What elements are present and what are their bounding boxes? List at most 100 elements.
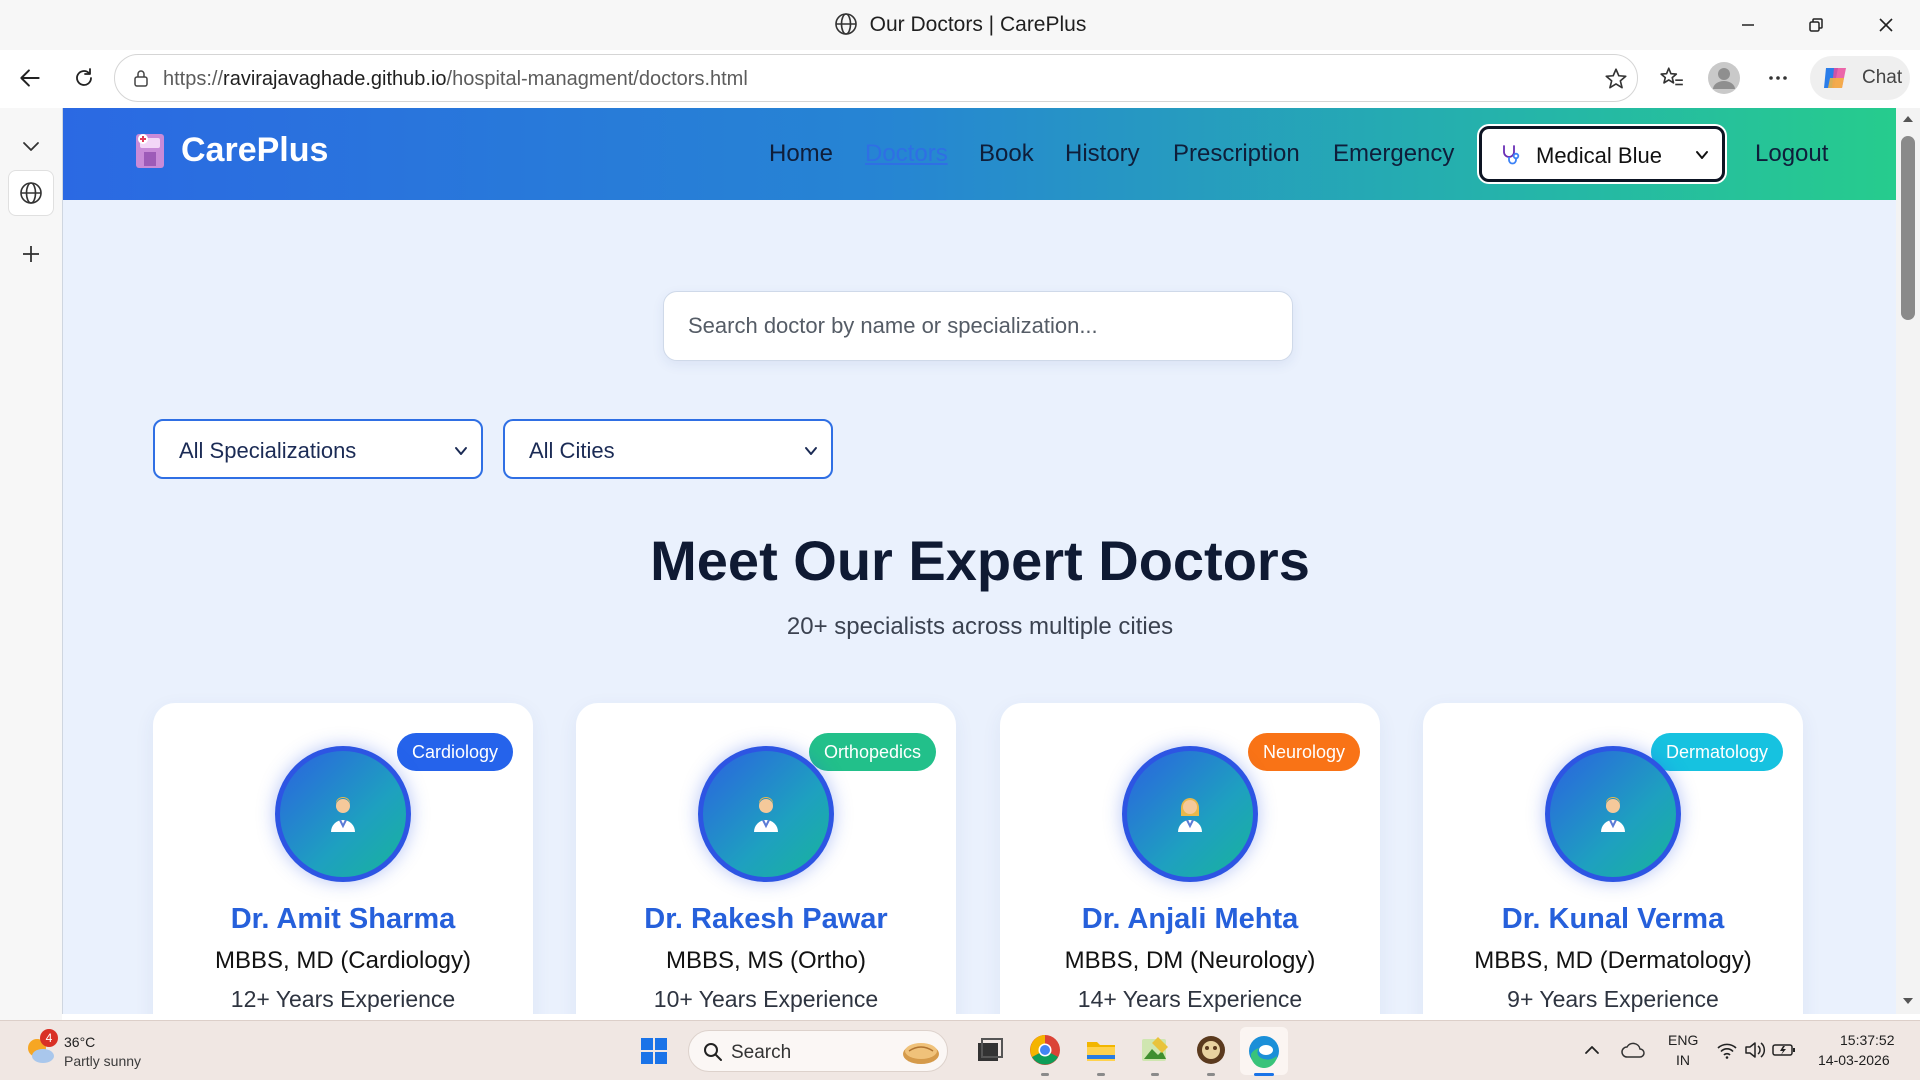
back-arrow-icon (20, 69, 40, 87)
nav-history-link[interactable]: History (1065, 140, 1140, 168)
favorites-button[interactable] (1652, 58, 1692, 98)
chevron-up-icon[interactable] (1584, 1043, 1600, 1057)
nav-book-link[interactable]: Book (979, 140, 1034, 168)
doctor-degree: MBBS, MD (Cardiology) (214, 947, 472, 974)
scroll-up-arrow-icon[interactable] (1902, 114, 1914, 124)
site-header: CarePlus Home Doctors Book History Presc… (63, 108, 1896, 200)
favorites-list-icon (1660, 67, 1683, 86)
doctor-icon (331, 797, 355, 832)
doctor-name: Dr. Kunal Verma (1501, 903, 1725, 935)
volume-icon[interactable] (1744, 1041, 1766, 1059)
specialization-badge: Dermatology (1650, 733, 1783, 771)
refresh-icon (76, 68, 92, 86)
wifi-icon[interactable] (1716, 1041, 1738, 1059)
profile-avatar-icon (1708, 62, 1740, 94)
close-window-button[interactable] (1856, 8, 1916, 42)
scrollbar-thumb[interactable] (1901, 136, 1915, 320)
task-view-icon[interactable] (972, 1033, 1006, 1067)
nav-home-link[interactable]: Home (769, 140, 833, 168)
language-indicator-bottom[interactable]: IN (1676, 1052, 1690, 1068)
chevron-down-icon (1696, 151, 1708, 159)
doctor-experience: 12+ Years Experience (230, 986, 456, 1012)
hospital-logo-icon (136, 134, 164, 168)
specialization-filter-select[interactable]: All Specializations (153, 419, 483, 479)
theme-select-value: Medical Blue (1536, 143, 1662, 168)
edge-taskbar-button[interactable] (1240, 1027, 1288, 1075)
image-editor-icon[interactable] (1138, 1033, 1172, 1067)
file-explorer-icon[interactable] (1084, 1033, 1118, 1067)
doctor-card[interactable]: Orthopedics Dr. Rakesh Pawar MBBS, MS (O… (576, 703, 956, 1014)
doctor-card[interactable]: Cardiology Dr. Amit Sharma MBBS, MD (Car… (153, 703, 533, 1014)
specialization-badge: Neurology (1247, 733, 1360, 771)
globe-icon (20, 182, 42, 204)
doctor-card[interactable]: Neurology Dr. Anjali Mehta MBBS, DM (Neu… (1000, 703, 1380, 1014)
battery-charging-icon[interactable] (1772, 1042, 1796, 1058)
city-filter-select[interactable]: All Cities (503, 419, 833, 479)
clock-time[interactable]: 15:37:52 (1840, 1032, 1895, 1048)
doctor-name: Dr. Rakesh Pawar (644, 903, 888, 935)
chrome-icon[interactable] (1028, 1033, 1062, 1067)
url-text: https://ravirajavaghade.github.io/hospit… (163, 68, 748, 91)
chevron-down-icon[interactable] (19, 134, 43, 158)
doctor-name: Dr. Amit Sharma (230, 903, 456, 935)
copilot-chat-button[interactable]: Chat (1810, 56, 1910, 100)
refresh-button[interactable] (64, 58, 104, 98)
running-indicator (1041, 1073, 1049, 1076)
more-menu-button[interactable] (1758, 58, 1798, 98)
weather-temperature: 36°C (64, 1034, 96, 1050)
nav-doctors-link[interactable]: Doctors (865, 140, 948, 168)
windows-start-icon[interactable] (640, 1037, 668, 1065)
taskbar-search-box[interactable]: Search (688, 1030, 948, 1072)
clock-date[interactable]: 14-03-2026 (1818, 1052, 1890, 1068)
new-tab-plus-icon[interactable] (19, 242, 43, 266)
close-icon (1879, 18, 1893, 32)
cloud-icon[interactable] (1620, 1041, 1646, 1059)
language-indicator-top[interactable]: ENG (1668, 1032, 1698, 1048)
favorite-star-icon[interactable] (1603, 66, 1629, 92)
address-bar[interactable]: https://ravirajavaghade.github.io/hospit… (114, 54, 1638, 102)
scroll-down-arrow-icon[interactable] (1902, 996, 1914, 1006)
edge-browser-icon (1249, 1036, 1279, 1068)
specialization-badge: Cardiology (396, 733, 513, 771)
doctor-search-box (663, 291, 1293, 361)
city-filter-value: All Cities (529, 438, 615, 463)
section-subtitle: 20+ specialists across multiple cities (786, 613, 1174, 640)
taskbar-search-label: Search (731, 1042, 792, 1063)
doctor-experience: 9+ Years Experience (1507, 986, 1719, 1012)
theme-select[interactable]: Medical Blue (1479, 126, 1725, 182)
doctor-card[interactable]: Dermatology Dr. Kunal Verma MBBS, MD (De… (1423, 703, 1803, 1014)
restore-button[interactable] (1786, 8, 1846, 42)
weather-condition: Partly sunny (64, 1053, 142, 1069)
doctor-degree: MBBS, MS (Ortho) (665, 947, 867, 974)
minimize-icon (1742, 24, 1754, 26)
window-title: Our Doctors | CarePlus (0, 12, 1920, 37)
search-icon (704, 1043, 722, 1061)
doctor-name: Dr. Anjali Mehta (1081, 903, 1299, 935)
site-logo[interactable]: CarePlus (133, 130, 328, 170)
url-path: /hospital-managment/doctors.html (446, 68, 748, 90)
brand-name: CarePlus (181, 130, 329, 169)
chevron-down-icon (455, 447, 467, 455)
section-title: Meet Our Expert Doctors (650, 529, 1310, 592)
more-dots-icon (1769, 76, 1787, 80)
chat-label: Chat (1862, 67, 1903, 88)
specialization-badge: Orthopedics (808, 733, 936, 771)
page-viewport: CarePlus Home Doctors Book History Presc… (62, 108, 1896, 1014)
doctor-search-input[interactable] (664, 292, 1292, 360)
doctor-icon (754, 797, 778, 832)
back-button[interactable] (10, 58, 50, 98)
profile-button[interactable] (1704, 58, 1744, 98)
doctor-degree: MBBS, MD (Dermatology) (1474, 947, 1752, 974)
browser-side-rail (0, 108, 62, 1020)
restore-icon (1809, 18, 1823, 32)
logout-link[interactable]: Logout (1755, 140, 1828, 168)
nav-prescription-link[interactable]: Prescription (1173, 140, 1300, 168)
nav-emergency-link[interactable]: Emergency (1333, 140, 1454, 168)
weather-notification-badge: 4 (40, 1029, 58, 1047)
minimize-button[interactable] (1718, 8, 1778, 42)
app-icon[interactable] (1194, 1033, 1228, 1067)
url-domain: ravirajavaghade.github.io (223, 68, 447, 90)
active-tab-button[interactable] (8, 170, 54, 216)
chevron-down-icon (805, 447, 817, 455)
doctor-avatar (1122, 746, 1258, 882)
